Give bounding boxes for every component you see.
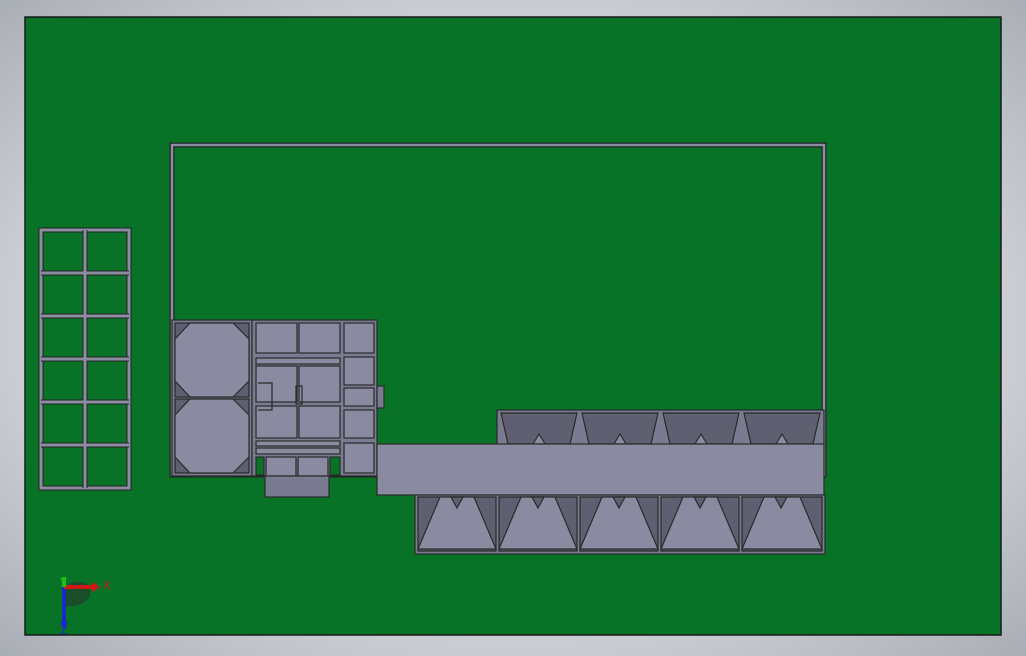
conveyor-slab[interactable] (376, 443, 825, 496)
tank-block[interactable] (171, 319, 253, 477)
lower-hopper-row[interactable] (414, 494, 826, 555)
process-building[interactable] (251, 319, 385, 477)
upper-hopper-row[interactable] (496, 409, 825, 447)
z-axis-label: Z (60, 624, 68, 637)
small-pad[interactable] (264, 475, 330, 498)
coordinate-triad-icon[interactable]: Y X Z (52, 572, 118, 638)
model-canvas[interactable] (0, 0, 1026, 652)
cad-viewport[interactable]: Y X Z (0, 0, 1026, 652)
x-axis-label: X (103, 579, 111, 592)
y-axis-label: Y (59, 576, 67, 589)
